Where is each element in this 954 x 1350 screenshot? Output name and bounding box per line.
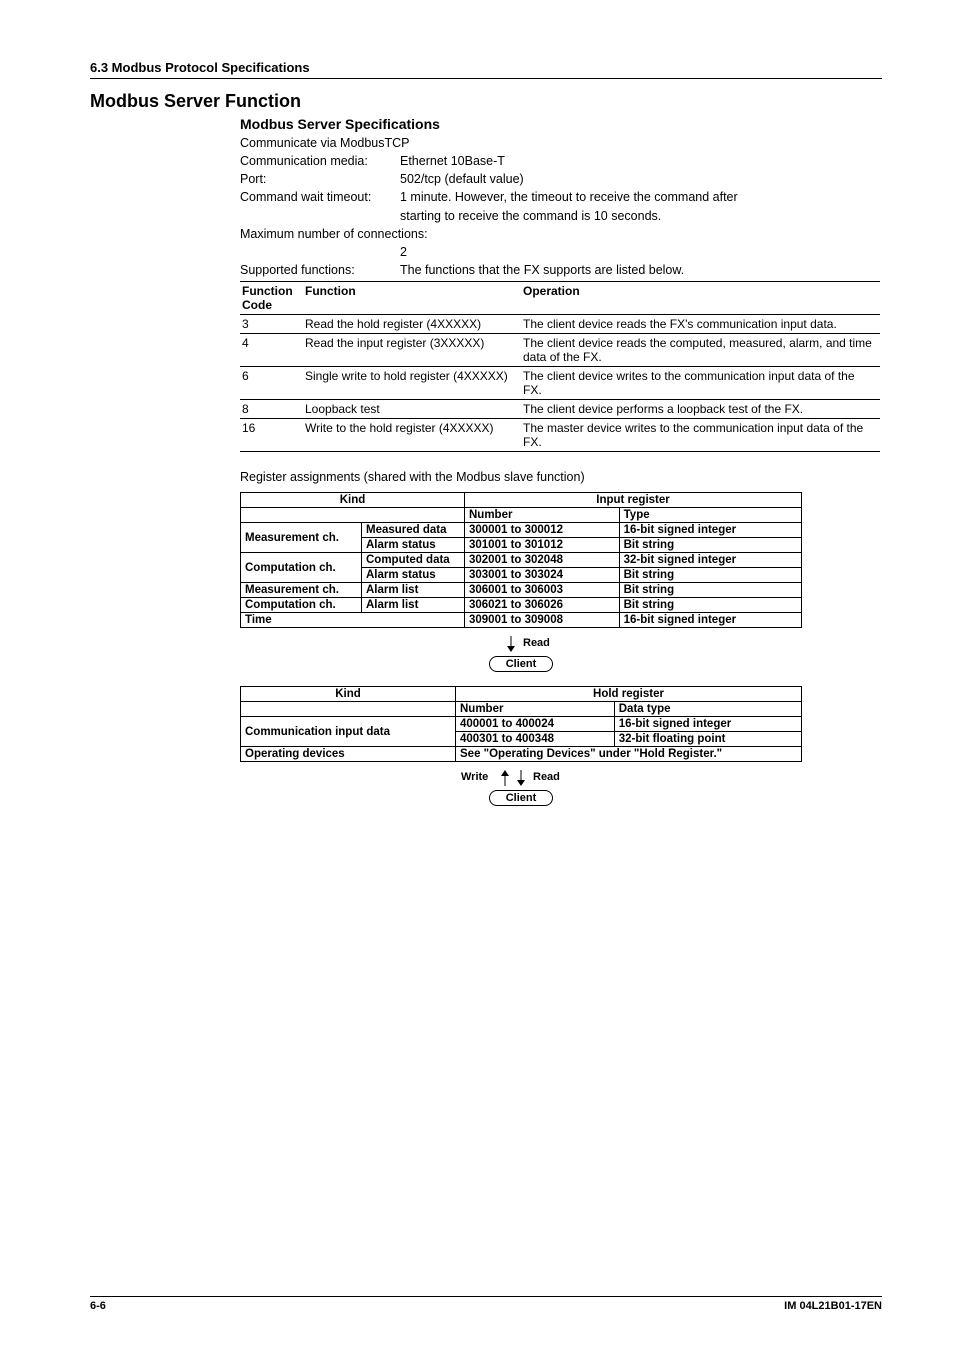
hold-register-header: Hold register <box>456 687 802 702</box>
read-arrow-block: Read Client <box>240 634 802 672</box>
kind-header-2: Kind <box>241 687 456 702</box>
function-code-table: Function Code Function Operation 3Read t… <box>240 281 880 452</box>
doc-id: IM 04L21B01-17EN <box>784 1300 882 1312</box>
table-row: Measurement ch.Measured data300001 to 30… <box>241 523 802 538</box>
input-register-header: Input register <box>465 493 802 508</box>
table-row: Operating devicesSee "Operating Devices"… <box>241 747 802 762</box>
section-heading: Modbus Server Function <box>90 91 882 112</box>
client-box-2: Client <box>489 790 554 806</box>
write-read-arrow-block: Write Read Client <box>240 768 802 806</box>
page-number: 6-6 <box>90 1300 106 1312</box>
hold-register-table: Kind Hold register Number Data type Comm… <box>240 686 802 762</box>
spec-list: Communication media: Ethernet 10Base-T P… <box>240 152 882 279</box>
table-row: 6Single write to hold register (4XXXXX)T… <box>240 367 880 400</box>
number-header: Number <box>465 508 620 523</box>
table-row: Time309001 to 30900816-bit signed intege… <box>241 613 802 628</box>
read-label: Read <box>523 637 550 649</box>
down-arrow-icon: Read <box>481 634 561 654</box>
table-row: Computation ch.Alarm list306021 to 30602… <box>241 598 802 613</box>
supported-fn-value: The functions that the FX supports are l… <box>400 261 882 279</box>
table-row: 4Read the input register (3XXXXX)The cli… <box>240 334 880 367</box>
wait-timeout-value-2: starting to receive the command is 10 se… <box>400 207 882 225</box>
input-register-table: Kind Input register Number Type Measurem… <box>240 492 802 628</box>
table-row: Measurement ch.Alarm list306001 to 30600… <box>241 583 802 598</box>
comm-media-value: Ethernet 10Base-T <box>400 152 882 170</box>
subsection-heading: Modbus Server Specifications <box>240 116 882 132</box>
client-box: Client <box>489 656 554 672</box>
read-label-2: Read <box>533 771 560 783</box>
func-op-header: Operation <box>521 282 880 315</box>
type-header: Type <box>619 508 801 523</box>
port-value: 502/tcp (default value) <box>400 170 882 188</box>
write-label: Write <box>461 771 488 783</box>
table-row: Computation ch.Computed data302001 to 30… <box>241 553 802 568</box>
table-row: Communication input data400001 to 400024… <box>241 717 802 732</box>
bidir-arrow-icon: Write Read <box>461 768 581 788</box>
wait-timeout-value-1: 1 minute. However, the timeout to receiv… <box>400 188 882 206</box>
wait-timeout-label: Command wait timeout: <box>240 188 400 206</box>
breadcrumb: 6.3 Modbus Protocol Specifications <box>90 60 882 79</box>
table-row: 8Loopback testThe client device performs… <box>240 400 880 419</box>
supported-fn-label: Supported functions: <box>240 261 400 279</box>
func-code-header: Function Code <box>240 282 303 315</box>
kind-header: Kind <box>241 493 465 508</box>
comm-via-text: Communicate via ModbusTCP <box>240 134 882 152</box>
table-row: 16Write to the hold register (4XXXXX)The… <box>240 419 880 452</box>
datatype-header: Data type <box>614 702 801 717</box>
port-label: Port: <box>240 170 400 188</box>
comm-media-label: Communication media: <box>240 152 400 170</box>
maxcon-value: 2 <box>400 243 882 261</box>
register-note: Register assignments (shared with the Mo… <box>240 468 882 486</box>
table-row: 3Read the hold register (4XXXXX)The clie… <box>240 315 880 334</box>
page-footer: 6-6 IM 04L21B01-17EN <box>90 1296 882 1312</box>
number-header-2: Number <box>456 702 615 717</box>
func-fn-header: Function <box>303 282 521 315</box>
maxcon-label: Maximum number of connections: <box>240 225 428 243</box>
